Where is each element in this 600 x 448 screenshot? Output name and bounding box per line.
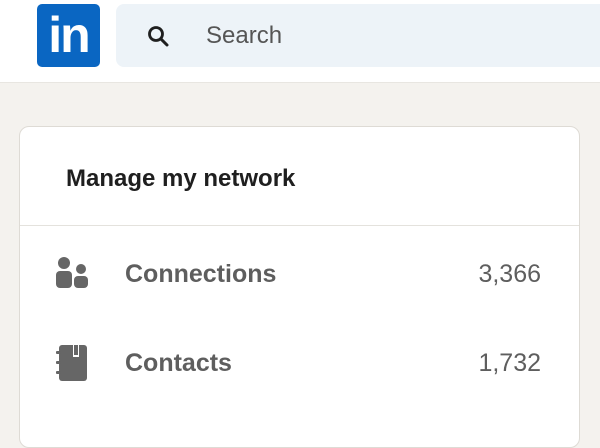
linkedin-logo[interactable]: in [37,4,100,67]
contact-book-icon [56,345,87,381]
search-bar[interactable] [116,4,600,67]
manage-network-card: Manage my network Connections 3,366 Cont… [19,126,580,448]
search-input[interactable] [206,4,586,67]
top-navigation-bar: in [0,0,600,83]
search-icon [148,26,169,47]
people-icon [56,257,88,288]
network-item-count: 3,366 [478,260,541,288]
network-item-count: 1,732 [478,349,541,377]
divider [20,225,579,226]
network-item-label: Contacts [125,349,232,377]
network-item-contacts[interactable]: Contacts 1,732 [20,323,579,403]
network-item-connections[interactable]: Connections 3,366 [20,234,579,314]
card-title: Manage my network [66,165,296,192]
network-item-label: Connections [125,260,277,288]
